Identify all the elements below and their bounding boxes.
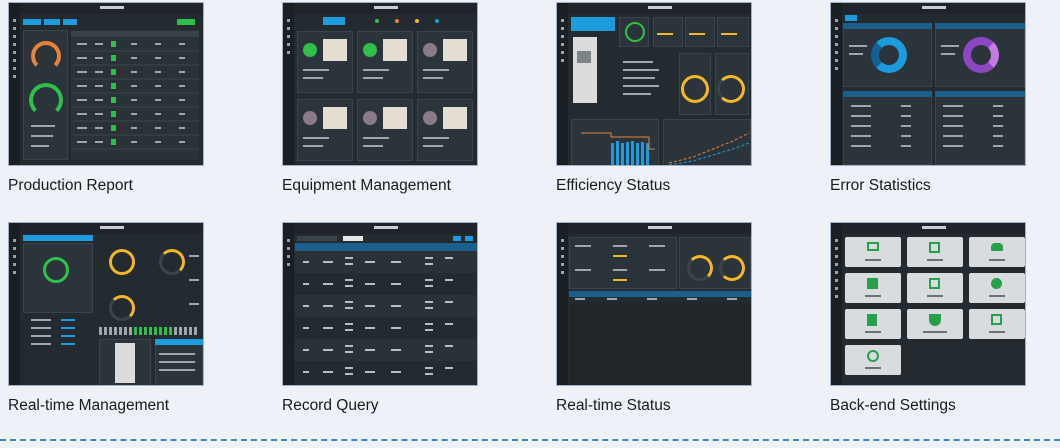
status-dot-icon: [423, 43, 437, 57]
screen-caption: Real-time Management: [8, 397, 170, 414]
gauge-icon: [159, 249, 185, 275]
users-icon: [991, 243, 1003, 251]
status-dot-icon: [303, 43, 317, 57]
screen-caption: Real-time Status: [556, 397, 671, 414]
status-dot-icon: [363, 43, 377, 57]
gauge-icon: [719, 255, 745, 281]
clock-icon: [867, 350, 879, 362]
donut-chart-purple: [963, 37, 999, 73]
monitor-icon: [867, 242, 879, 251]
screen-caption: Back-end Settings: [830, 397, 956, 414]
smiley-icon: [625, 22, 645, 42]
screen-card-realtime-management[interactable]: Real-time Management: [8, 222, 204, 415]
record-query-thumbnail: [282, 222, 478, 386]
efficiency-status-thumbnail: [556, 2, 752, 166]
status-dot-icon: [423, 111, 437, 125]
screen-card-backend-settings[interactable]: Back-end Settings: [830, 222, 1026, 415]
compass-icon: [991, 278, 1002, 289]
check-calendar-icon: [991, 314, 1002, 325]
realtime-management-thumbnail: [8, 222, 204, 386]
screen-caption: Error Statistics: [830, 177, 931, 194]
production-report-thumbnail: [8, 2, 204, 166]
screen-card-realtime-status[interactable]: Real-time Status: [556, 222, 752, 415]
screen-card-production-report[interactable]: Production Report: [8, 2, 204, 195]
report-table-rows: [71, 41, 199, 150]
donut-chart-blue: [871, 37, 907, 73]
status-strip: [99, 327, 197, 335]
realtime-status-thumbnail: [556, 222, 752, 386]
gauge-icon: [31, 41, 61, 71]
bar-chart-mini: [581, 132, 655, 165]
line-chart-mini: [668, 132, 750, 165]
shield-icon: [929, 314, 941, 326]
gauge-icon: [109, 249, 135, 275]
calendar-icon: [929, 242, 940, 253]
screen-caption: Record Query: [282, 397, 379, 414]
status-dot-icon: [303, 111, 317, 125]
screen-caption: Equipment Management: [282, 177, 451, 194]
screen-caption: Production Report: [8, 177, 133, 194]
gauge-icon: [29, 83, 63, 117]
gauge-icon: [687, 255, 713, 281]
dashed-separator: [0, 439, 1060, 442]
smiley-icon: [43, 257, 69, 283]
status-dot-icon: [363, 111, 377, 125]
screen-caption: Efficiency Status: [556, 177, 671, 194]
screen-card-error-statistics[interactable]: Error Statistics: [830, 2, 1026, 195]
gauge-icon: [681, 75, 709, 103]
building-icon: [867, 314, 877, 326]
table-icon: [929, 278, 940, 289]
equipment-management-thumbnail: [282, 2, 478, 166]
gauge-icon: [717, 75, 745, 103]
gauge-icon: [109, 295, 135, 321]
screen-card-record-query[interactable]: Record Query: [282, 222, 478, 415]
error-statistics-thumbnail: [830, 2, 1026, 166]
backend-settings-thumbnail: [830, 222, 1026, 386]
screen-card-equipment-management[interactable]: Equipment Management: [282, 2, 478, 195]
chart-icon: [867, 278, 878, 289]
record-table-rows: [295, 251, 477, 375]
screen-card-efficiency-status[interactable]: Efficiency Status: [556, 2, 752, 195]
